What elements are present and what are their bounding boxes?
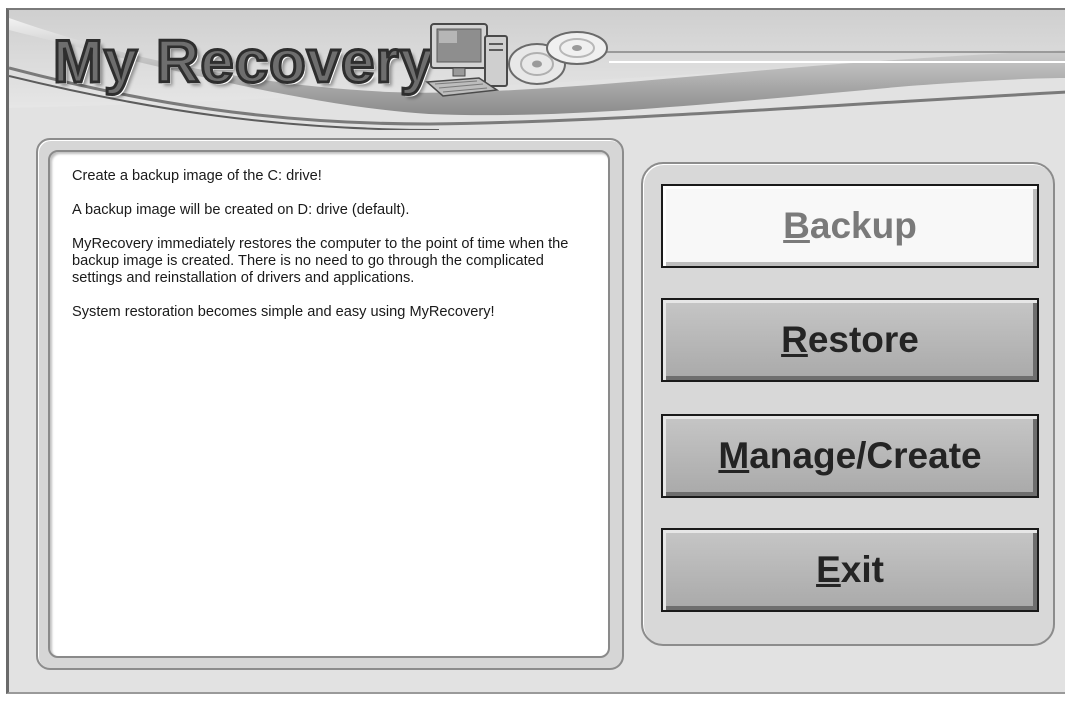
restore-button[interactable]: Restore [661, 298, 1039, 382]
restore-label: estore [807, 319, 919, 360]
manage-create-label: anage/Create [749, 435, 982, 476]
info-paragraph: System restoration becomes simple and ea… [72, 304, 495, 320]
backup-mnemonic: B [783, 205, 810, 246]
info-frame: Create a backup image of the C: drive! A… [36, 138, 624, 670]
info-paragraph: Create a backup image of the C: drive! [72, 168, 322, 184]
app-logo-title: My Recovery [51, 28, 435, 95]
manage-create-button[interactable]: Manage/Create [661, 414, 1039, 498]
backup-button[interactable]: Backup [661, 184, 1039, 268]
info-paragraph: A backup image will be created on D: dri… [72, 202, 410, 218]
my-recovery-window: My Recovery Create a backup image of the… [6, 8, 1065, 694]
info-panel: Create a backup image of the C: drive! A… [48, 150, 610, 658]
disc-icon [508, 31, 608, 85]
info-paragraph: MyRecovery immediately restores the comp… [72, 236, 569, 286]
exit-button[interactable]: Exit [661, 528, 1039, 612]
manage-create-mnemonic: M [718, 435, 750, 476]
restore-mnemonic: R [781, 319, 808, 360]
backup-label: ackup [809, 205, 917, 246]
header-banner: My Recovery [9, 10, 1065, 130]
button-frame: Backup Restore Manage/Create Exit [641, 162, 1055, 646]
exit-label: xit [840, 549, 884, 590]
exit-mnemonic: E [816, 549, 841, 590]
